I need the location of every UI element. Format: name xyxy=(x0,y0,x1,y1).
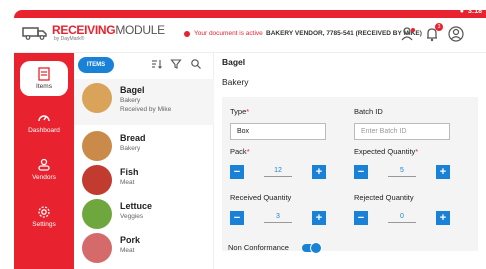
search-icon[interactable] xyxy=(190,58,202,70)
notifications-button[interactable]: 3 xyxy=(424,23,443,42)
type-label: Type* xyxy=(230,107,250,116)
gear-icon xyxy=(38,206,50,218)
status-bar: ● 3:18 xyxy=(14,8,486,18)
sidebar-item-items[interactable]: Items xyxy=(20,61,68,96)
sidebar-item-settings[interactable]: Settings xyxy=(14,205,74,228)
account-icon[interactable] xyxy=(448,26,464,42)
received-plus-button[interactable]: + xyxy=(312,211,326,225)
brand-name: RECEIVINGMODULE xyxy=(52,23,165,37)
users-icon[interactable] xyxy=(400,26,416,42)
expected-plus-button[interactable]: + xyxy=(436,165,450,179)
sort-icon[interactable] xyxy=(150,58,162,70)
sidebar-item-label: Dashboard xyxy=(28,127,60,134)
item-category: Bakery xyxy=(120,97,141,104)
expected-value[interactable]: 5 xyxy=(388,167,416,177)
item-form: Type* Box Batch ID Enter Batch ID Pack* … xyxy=(222,97,478,251)
received-quantity-label: Received Quantity xyxy=(230,193,292,202)
item-title: Pork xyxy=(120,235,141,245)
detail-title: Bagel xyxy=(222,57,246,67)
filter-icon[interactable] xyxy=(170,58,182,70)
list-item[interactable]: Pork Meat xyxy=(74,229,214,269)
lettuce-thumbnail xyxy=(82,199,112,229)
bread-thumbnail xyxy=(82,131,112,161)
document-status: Your document is active xyxy=(184,30,263,37)
item-list-pane: ITEMS Bagel Bakery Received by Mike Brea… xyxy=(74,53,214,269)
document-status-text: Your document is active xyxy=(194,30,263,37)
expected-minus-button[interactable]: − xyxy=(354,165,368,179)
truck-logo-icon xyxy=(22,27,47,40)
rejected-value[interactable]: 0 xyxy=(388,213,416,223)
item-category: Bakery xyxy=(120,145,141,152)
app-logo: RECEIVINGMODULE by DayMark® xyxy=(22,24,165,42)
pack-stepper: − 12 + xyxy=(230,165,326,182)
received-minus-button[interactable]: − xyxy=(230,211,244,225)
app-window: RECEIVINGMODULE by DayMark® Your documen… xyxy=(14,18,486,269)
pack-value[interactable]: 12 xyxy=(264,167,292,177)
received-value[interactable]: 3 xyxy=(264,213,292,223)
status-time: 3:18 xyxy=(467,8,482,15)
item-title: Bread xyxy=(120,133,146,143)
rejected-minus-button[interactable]: − xyxy=(354,211,368,225)
rejected-quantity-label: Rejected Quantity xyxy=(354,193,414,202)
sidebar-item-label: Vendors xyxy=(32,174,56,181)
item-title: Bagel xyxy=(120,85,145,95)
rejected-quantity-stepper: − 0 + xyxy=(354,211,450,228)
sidebar-item-dashboard[interactable]: Dashboard xyxy=(14,111,74,134)
fish-thumbnail xyxy=(82,165,112,195)
non-conformance-label: Non Conformance xyxy=(228,243,289,252)
item-category: Meat xyxy=(120,247,135,254)
items-button[interactable]: ITEMS xyxy=(78,57,114,73)
sidebar-item-label: Items xyxy=(36,83,52,90)
batch-id-label: Batch ID xyxy=(354,107,383,116)
item-category: Meat xyxy=(120,179,135,186)
sidebar-item-vendors[interactable]: Vendors xyxy=(14,158,74,181)
item-note: Received by Mike xyxy=(120,106,172,113)
pack-label: Pack* xyxy=(230,147,250,156)
item-title: Fish xyxy=(120,167,139,177)
item-category: Veggies xyxy=(120,213,144,220)
sidebar-item-label: Settings xyxy=(32,221,56,228)
header: RECEIVINGMODULE by DayMark® Your documen… xyxy=(14,18,486,53)
item-detail-pane: Bagel Bakery Type* Box Batch ID Enter Ba… xyxy=(214,53,486,269)
gauge-icon xyxy=(38,115,50,122)
batch-id-field[interactable]: Enter Batch ID xyxy=(354,123,450,140)
toggle-knob xyxy=(310,242,322,254)
vendor-info: BAKERY VENDOR, 7785-541 (RECEIVED BY MIK… xyxy=(266,30,422,37)
list-icon xyxy=(38,67,50,81)
expected-quantity-stepper: − 5 + xyxy=(354,165,450,182)
rejected-plus-button[interactable]: + xyxy=(436,211,450,225)
expected-quantity-label: Expected Quantity* xyxy=(354,147,419,156)
notification-badge: 3 xyxy=(435,23,443,31)
pack-plus-button[interactable]: + xyxy=(312,165,326,179)
detail-subtitle: Bakery xyxy=(222,77,249,87)
list-item[interactable]: Bagel Bakery Received by Mike xyxy=(74,79,214,125)
non-conformance-toggle[interactable] xyxy=(302,242,322,254)
vendors-icon xyxy=(38,158,50,171)
pack-minus-button[interactable]: − xyxy=(230,165,244,179)
type-field[interactable]: Box xyxy=(230,123,326,140)
status-dot xyxy=(184,30,190,37)
received-quantity-stepper: − 3 + xyxy=(230,211,326,228)
item-title: Lettuce xyxy=(120,201,153,211)
bagel-thumbnail xyxy=(82,83,112,113)
location-pin-icon: ● xyxy=(459,8,464,15)
sidebar: Items Dashboard Vendors Settings xyxy=(14,53,74,269)
pork-thumbnail xyxy=(82,233,112,263)
